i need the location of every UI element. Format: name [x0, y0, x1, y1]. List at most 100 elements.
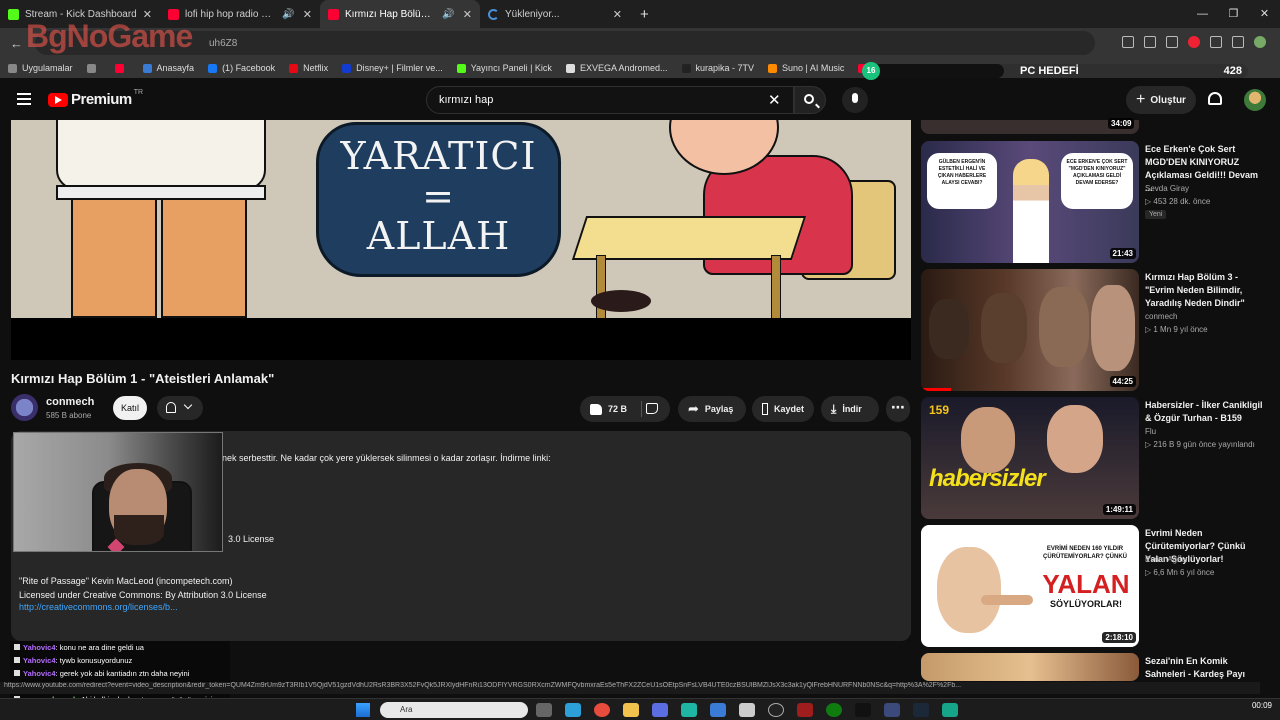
bookmark-favicon-icon — [208, 63, 218, 73]
obs-icon[interactable] — [768, 703, 784, 717]
recommended-video[interactable]: EVRİMİ NEDEN 160 YILDIR ÇÜRÜTEMİYORLAR? … — [921, 525, 1266, 647]
streamer-beard — [114, 515, 164, 545]
channel-name[interactable]: conmech — [46, 396, 94, 408]
folder-icon[interactable] — [623, 703, 639, 717]
download-button[interactable]: ⤓ İndir — [821, 396, 879, 422]
windows-start-icon[interactable] — [356, 703, 370, 717]
bookmark-favicon-icon — [142, 63, 152, 73]
recommended-video[interactable]: Sezai'nin En Komik Sahneleri - Kardeş Pa… — [921, 653, 1266, 681]
channel-avatar[interactable] — [11, 394, 38, 421]
video-meta: ▷ 453 28 dk. önce — [1145, 197, 1211, 206]
profile-avatar[interactable] — [1254, 36, 1266, 48]
media-icon[interactable] — [1232, 36, 1244, 48]
credit-line: Licensed under Creative Commons: By Attr… — [19, 590, 267, 600]
puzzle-icon[interactable] — [1210, 36, 1222, 48]
menu-icon[interactable] — [17, 93, 31, 105]
close-tab-icon[interactable]: ✕ — [613, 8, 622, 21]
bookmark-item[interactable]: EXVEGA Andromed... — [565, 63, 668, 73]
join-button[interactable]: Katıl — [113, 396, 147, 420]
search-button[interactable] — [794, 86, 826, 114]
video-thumbnail: 44:25 — [921, 269, 1139, 391]
host-figure — [961, 407, 1015, 473]
speaker-icon[interactable]: 🔊 — [442, 9, 454, 20]
app-icon[interactable] — [942, 703, 958, 717]
back-arrow-icon[interactable]: ← — [10, 36, 23, 51]
star-icon[interactable] — [1166, 36, 1178, 48]
host-figure — [1047, 405, 1103, 473]
recommended-video[interactable]: GÜLBEN ERGEN'İN ESTETİKLİ HALİ VE ÇIKAN … — [921, 141, 1266, 263]
app-icon[interactable] — [652, 703, 668, 717]
voice-search-mic-icon[interactable] — [842, 87, 868, 113]
video-frame-illustration: YARATICI = ALLAH — [11, 120, 911, 318]
description-text: nek serbesttir. Ne kadar çok yere yükler… — [222, 453, 551, 463]
create-button[interactable]: + Oluştur — [1126, 86, 1196, 114]
description-link[interactable]: http://creativecommons.org/licenses/b... — [19, 602, 178, 612]
bookmark-item[interactable]: Suno | AI Music — [768, 63, 844, 73]
video-player[interactable]: YARATICI = ALLAH — [11, 120, 911, 360]
bookmark-item[interactable]: (1) Facebook — [208, 63, 275, 73]
bookmark-item[interactable]: Anasayfa — [142, 63, 195, 73]
app-icon[interactable] — [739, 703, 755, 717]
save-button[interactable]: Kaydet — [752, 396, 814, 422]
bookmark-item[interactable]: Yayıncı Paneli | Kick — [456, 63, 552, 73]
description-credits: "Rite of Passage" Kevin MacLeod (incompe… — [19, 574, 267, 602]
search-input[interactable]: kırmızı hap — [426, 86, 794, 114]
cast-icon[interactable] — [1122, 36, 1134, 48]
chrome-icon[interactable] — [594, 703, 610, 717]
clear-search-icon[interactable]: ✕ — [768, 91, 781, 109]
subscription-bell-button[interactable] — [157, 396, 203, 420]
video-duration: 21:43 — [1109, 248, 1136, 259]
close-tab-icon[interactable]: ✕ — [303, 8, 312, 21]
browser-tab-loading[interactable]: Yükleniyor... ✕ — [480, 0, 630, 28]
bookmark-item[interactable] — [86, 63, 101, 73]
video-thumbnail — [921, 653, 1139, 681]
eye-off-icon[interactable] — [1144, 36, 1156, 48]
youtube-premium-logo[interactable]: Premium TR — [48, 89, 143, 108]
recommended-video[interactable]: 44:25 Kırmızı Hap Bölüm 3 - "Evrim Neden… — [921, 269, 1266, 391]
close-window-button[interactable]: ✕ — [1249, 0, 1280, 28]
taskbar-search-input[interactable]: Ara — [380, 702, 528, 718]
store-icon[interactable] — [710, 703, 726, 717]
link-preview-status: https://www.youtube.com/redirect?event=v… — [0, 682, 1260, 694]
previous-recommendation-thumbnail[interactable] — [921, 120, 1139, 134]
app-icon[interactable] — [681, 703, 697, 717]
edge-icon[interactable] — [565, 703, 581, 717]
extension-red-icon[interactable] — [1188, 36, 1200, 48]
bookmark-item[interactable]: kurapika - 7TV — [681, 63, 754, 73]
notifications-bell-icon[interactable] — [1208, 92, 1222, 105]
thumbs-down-icon[interactable] — [646, 403, 658, 414]
bookmark-item[interactable]: Netflix — [289, 63, 328, 73]
bookmark-item[interactable]: Uygulamalar — [8, 63, 73, 73]
close-tab-icon[interactable]: ✕ — [463, 8, 472, 21]
bookmark-item[interactable] — [114, 63, 129, 73]
bookmark-label: Uygulamalar — [22, 63, 73, 73]
account-avatar[interactable] — [1244, 89, 1266, 111]
bookmark-label: Yayıncı Paneli | Kick — [470, 63, 552, 73]
steam-icon[interactable] — [913, 703, 929, 717]
recommended-video[interactable]: 159 habersizler 1:49:11 Habersizler - İl… — [921, 397, 1266, 519]
bookmark-item[interactable]: Disney+ | Filmler ve... — [342, 63, 443, 73]
presenter-figure — [1013, 159, 1049, 263]
speaker-icon[interactable]: 🔊 — [282, 9, 294, 20]
maximize-button[interactable]: ❐ — [1218, 0, 1249, 28]
more-actions-button[interactable]: ⋯ — [886, 396, 910, 422]
chat-badge-icon — [14, 670, 20, 676]
bookmark-label: Anasayfa — [156, 63, 195, 73]
task-view-icon[interactable] — [536, 703, 552, 717]
minimize-button[interactable]: — — [1187, 0, 1218, 28]
new-tab-button[interactable]: + — [640, 6, 649, 23]
browser-tab-current[interactable]: Kırmızı Hap Bölüm 1 - "Ate 🔊 ✕ — [320, 0, 480, 28]
streamer-webcam-overlay — [13, 432, 223, 552]
xbox-icon[interactable] — [826, 703, 842, 717]
bookmark-label: Suno | AI Music — [782, 63, 845, 73]
bookmark-label: EXVEGA Andromed... — [579, 63, 668, 73]
like-count: 72 B — [608, 404, 628, 414]
app-icon[interactable] — [884, 703, 900, 717]
app-icon[interactable] — [797, 703, 813, 717]
loading-spinner-icon — [488, 8, 499, 20]
share-button[interactable]: ➦ Paylaş — [678, 396, 746, 422]
bookmark-favicon-icon — [8, 63, 17, 73]
tiktok-icon[interactable] — [855, 703, 871, 717]
url-bar[interactable]: uh6Z8 — [35, 31, 1095, 55]
video-title: Kırmızı Hap Bölüm 3 - "Evrim Neden Bilim… — [1145, 272, 1245, 308]
